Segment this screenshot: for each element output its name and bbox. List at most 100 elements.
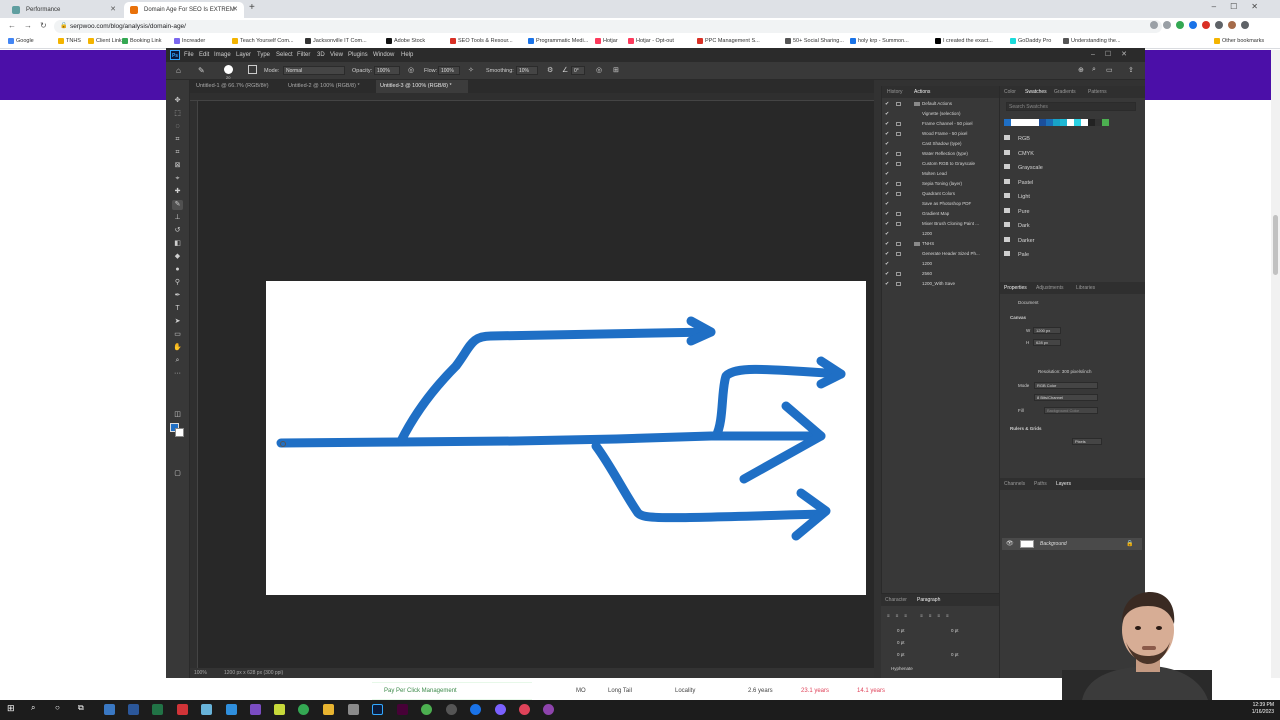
browser-tab-domain-age[interactable]: Domain Age For SEO Is EXTREM ✕ [124,2,244,18]
color-swatch[interactable] [1088,119,1095,126]
cortana-icon[interactable]: ○ [55,703,66,714]
menu-layer[interactable]: Layer [236,52,251,58]
action-set-row[interactable]: ✔ Default Actions [882,99,1000,109]
menu-file[interactable]: File [184,52,194,58]
opacity-input[interactable]: 100% [374,66,400,75]
tab-properties[interactable]: Properties [1004,285,1027,291]
chrome-icon[interactable] [298,704,309,715]
type-tool-icon[interactable]: T [172,304,183,314]
other-bookmarks[interactable]: Other bookmarks [1214,38,1264,44]
extensions-puzzle-icon[interactable] [1215,21,1223,29]
dialog-toggle-icon[interactable] [896,102,901,106]
color-swatch[interactable] [1067,119,1074,126]
action-row[interactable]: ✔ 1200 [882,259,1000,269]
color-swatch[interactable] [1032,119,1039,126]
menu-filter[interactable]: Filter [297,52,310,58]
bookmark-item[interactable]: Programmatic Medi... [528,38,588,44]
tab-color[interactable]: Color [1004,89,1016,95]
dialog-toggle-icon[interactable] [896,272,901,276]
new-tab-button[interactable]: + [249,2,255,13]
dialog-toggle-icon[interactable] [896,132,901,136]
extension-icon[interactable] [1202,21,1210,29]
dialog-toggle-icon[interactable] [896,242,901,246]
dialog-toggle-icon[interactable] [896,252,901,256]
toggle-checkmark-icon[interactable]: ✔ [885,219,889,229]
visual-studio-icon[interactable] [250,704,261,715]
app-icon[interactable] [495,704,506,715]
document-canvas[interactable] [266,281,866,595]
toggle-checkmark-icon[interactable]: ✔ [885,259,889,269]
bookmark-item[interactable]: GoDaddy Pro [1010,38,1051,44]
app-icon[interactable] [470,704,481,715]
windows-start-icon[interactable]: ⊞ [7,703,18,714]
color-swatch[interactable] [1025,119,1032,126]
menu-select[interactable]: Select [276,52,293,58]
vscode-icon[interactable] [226,704,237,715]
eyedropper-tool-icon[interactable]: ⌖ [172,174,183,184]
app-icon[interactable] [446,704,457,715]
bookmark-item[interactable]: Adobe Stock [386,38,425,44]
color-swatch[interactable] [1060,119,1067,126]
keyword-text[interactable]: Pay Per Click Management [384,688,457,694]
dialog-toggle-icon[interactable] [896,282,901,286]
bookmark-star-icon[interactable] [1163,21,1171,29]
bookmark-item[interactable]: 50+ Social Sharing... [785,38,844,44]
dialog-toggle-icon[interactable] [896,162,901,166]
app-icon[interactable] [543,704,554,715]
toggle-checkmark-icon[interactable]: ✔ [885,179,889,189]
share-icon[interactable]: ⊕ [1078,66,1084,74]
swatch-group-folder[interactable]: Light [1004,193,1030,200]
action-row[interactable]: ✔ Sepia Toning (layer) [882,179,1000,189]
screen-mode-icon[interactable]: ▢ [172,469,183,479]
action-set-row[interactable]: ✔ TNHS [882,239,1000,249]
dialog-toggle-icon[interactable] [896,182,901,186]
layer-row-background[interactable]: 👁 Background 🔒 [1002,538,1142,550]
paint-bucket-tool-icon[interactable]: ◆ [172,252,183,262]
color-swatch[interactable] [1018,119,1025,126]
color-swatch[interactable] [1053,119,1060,126]
height-input[interactable]: 628 px [1033,339,1061,346]
acrobat-icon[interactable] [177,704,188,715]
brush-tool-icon[interactable]: ✎ [198,66,205,75]
toggle-checkmark-icon[interactable]: ✔ [885,149,889,159]
tab-actions[interactable]: Actions [914,89,930,95]
page-scrollbar[interactable] [1271,50,1280,678]
crop-tool-icon[interactable]: ⌗ [172,148,183,158]
fill-select[interactable]: Background Color [1044,407,1098,414]
extension-icon[interactable] [1176,21,1184,29]
word-icon[interactable] [128,704,139,715]
action-row[interactable]: ✔ 1200 [882,229,1000,239]
width-input[interactable]: 1200 px [1033,327,1061,334]
back-icon[interactable]: ← [8,21,16,30]
toggle-checkmark-icon[interactable]: ✔ [885,119,889,129]
system-clock[interactable]: 12:39 PM 1/16/2023 [1252,702,1274,716]
swatch-group-folder[interactable]: CMYK [1004,149,1034,157]
move-tool-icon[interactable]: ✥ [172,96,183,106]
app-icon[interactable] [421,704,432,715]
bookmark-item[interactable]: Teach Yourself Com... [232,38,294,44]
indent-left[interactable]: 0 pt [897,628,905,633]
more-tools-icon[interactable]: ··· [172,369,183,379]
color-swatch[interactable] [1095,119,1102,126]
units-select[interactable]: Pixels [1072,438,1102,445]
home-icon[interactable]: ⌂ [176,66,181,75]
close-tab-icon[interactable]: ✕ [110,5,116,13]
color-swatch[interactable] [1081,119,1088,126]
tab-layers[interactable]: Layers [1056,481,1071,487]
tab-history[interactable]: History [887,89,903,95]
indent-right[interactable]: 0 pt [951,628,959,633]
bookmark-item[interactable]: Hotjar [595,38,618,44]
bookmark-item[interactable]: SEO Tools & Resour... [450,38,513,44]
swatch-group-folder[interactable]: RGB [1004,135,1030,142]
bookmark-item[interactable]: Client Links [88,38,124,44]
swatch-group-folder[interactable]: Grayscale [1004,164,1043,171]
action-row[interactable]: ✔ Vignette (selection) [882,109,1000,119]
dialog-toggle-icon[interactable] [896,122,901,126]
bookmark-item[interactable]: Jacksonville IT Com... [305,38,367,44]
window-controls[interactable]: –☐✕ [1212,2,1272,11]
toggle-checkmark-icon[interactable]: ✔ [885,129,889,139]
action-row[interactable]: ✔ Custom RGB to Grayscale [882,159,1000,169]
action-row[interactable]: ✔ Water Reflection (type) [882,149,1000,159]
scrollbar-thumb[interactable] [1273,215,1278,275]
space-before[interactable]: 0 pt [897,652,905,657]
